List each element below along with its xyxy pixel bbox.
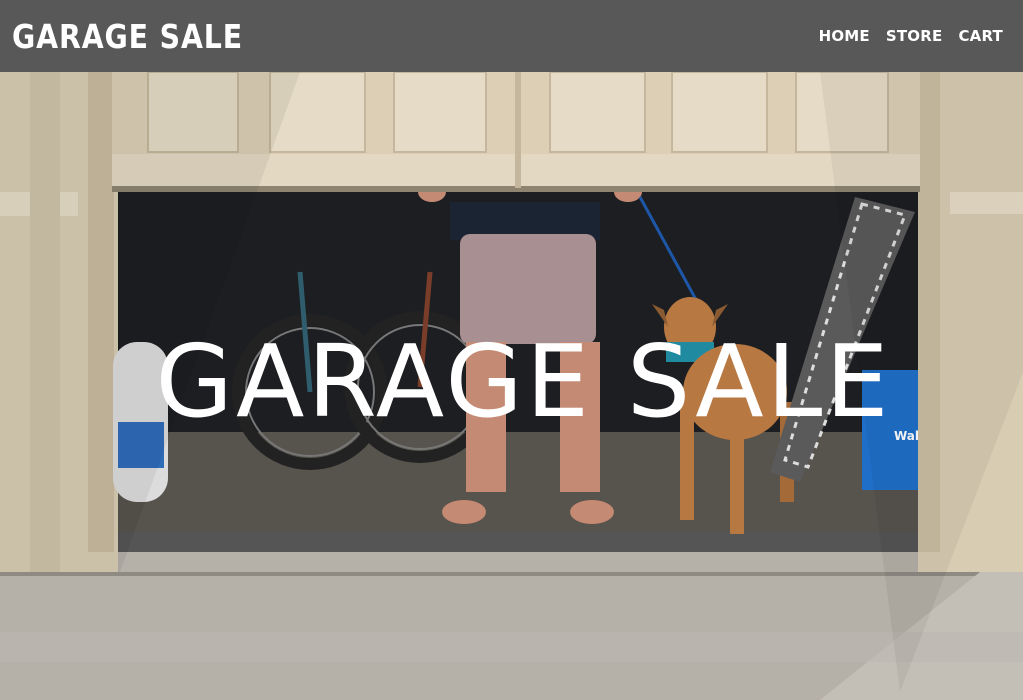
nav-home-link[interactable]: HOME	[819, 27, 870, 45]
hero-title: GARAGE SALE	[155, 323, 892, 440]
main-nav: HOME STORE CART	[819, 27, 1003, 45]
nav-cart-link[interactable]: CART	[958, 27, 1003, 45]
site-header: GARAGE SALE HOME STORE CART	[0, 0, 1023, 72]
hero-banner: Wal GARAGE SALE	[0, 72, 1023, 700]
nav-store-link[interactable]: STORE	[886, 27, 943, 45]
brand-logo-link[interactable]: GARAGE SALE	[12, 17, 243, 56]
